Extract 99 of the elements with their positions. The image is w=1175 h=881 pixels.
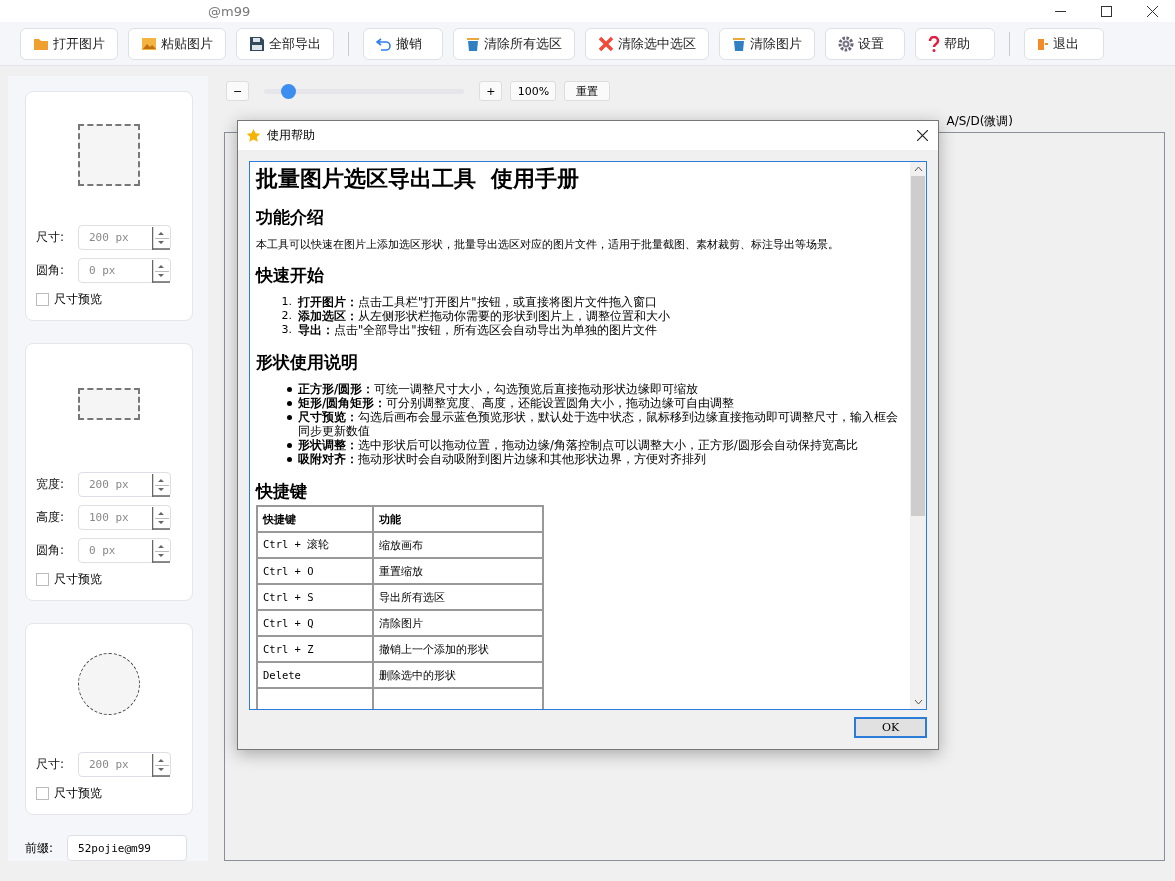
table-cell: 缩放画布 [373, 532, 543, 558]
table-cell: Ctrl + O [257, 558, 373, 584]
slider-thumb[interactable] [281, 83, 297, 99]
toolbar-button[interactable]: 全部导出 [236, 27, 334, 60]
list-item: 形状调整：选中形状后可以拖动位置，拖动边缘/角落控制点可以调整大小，正方形/圆形会自动保持宽高比 [298, 438, 858, 452]
list-number: 1. [280, 295, 292, 309]
table-header: 功能 [373, 506, 543, 532]
square-shape[interactable] [78, 123, 140, 186]
table-cell: Ctrl + Q [257, 610, 373, 636]
section-heading: 快捷键 [256, 480, 308, 503]
field-label: 高度: [36, 509, 66, 526]
checkbox-label: 尺寸预览 [54, 291, 102, 308]
section-heading: 快速开始 [256, 264, 325, 287]
gear-icon [838, 35, 854, 52]
cross-icon [598, 35, 614, 52]
table-cell: 导出所有选区 [373, 584, 543, 610]
list-number: 2. [280, 309, 292, 323]
checkbox-label: 尺寸预览 [54, 571, 102, 588]
table-cell: 删除选中的形状 [373, 662, 543, 688]
table-cell: Delete [257, 662, 373, 688]
bullet-icon [287, 443, 292, 448]
zoom-in-button[interactable]: + [479, 81, 503, 101]
list-item: 尺寸预览：勾选后画布会显示蓝色预览形状，默认处于选中状态，鼠标移到边缘直接拖动即可调整尺寸，输入框会同步更新数值 [298, 410, 899, 438]
spinner-arrows-icon[interactable] [152, 507, 170, 530]
table-cell: Ctrl + Z [257, 636, 373, 662]
spin-field[interactable]: 200 px [78, 472, 171, 497]
maximize-icon [1100, 5, 1112, 17]
bullet-icon [287, 387, 292, 392]
toolbar-button[interactable]: 清除图片 [719, 27, 815, 60]
spin-field[interactable]: 0 px [78, 538, 171, 563]
checkbox-label: 尺寸预览 [54, 785, 102, 802]
table-header: 快捷键 [257, 506, 373, 532]
undo-icon [376, 36, 392, 51]
toolbar-button[interactable]: 撤销 [363, 27, 443, 60]
toolbar-button[interactable]: 清除选中选区 [585, 27, 709, 60]
spinner-arrows-icon[interactable] [152, 754, 170, 777]
dialog-title: 使用帮助 [267, 127, 315, 144]
folder-icon [33, 36, 49, 51]
ok-button[interactable]: OK [854, 717, 927, 738]
list-item: 导出：点击"全部导出"按钮，所有选区会自动导出为单独的图片文件 [298, 323, 657, 337]
scrollbar[interactable] [910, 162, 926, 709]
table-cell: Ctrl + S [257, 584, 373, 610]
table-cell: 撤销上一个添加的形状 [373, 636, 543, 662]
close-icon [917, 130, 928, 141]
spinner-arrows-icon[interactable] [152, 474, 170, 497]
field-label: 圆角: [36, 542, 66, 559]
minimize-icon [1054, 10, 1066, 12]
close-icon [1146, 5, 1158, 17]
zoom-out-button[interactable]: − [226, 81, 250, 101]
window-title: @m99 [208, 3, 251, 19]
field-label: 尺寸: [36, 229, 66, 246]
list-item: 打开图片：点击工具栏"打开图片"按钮，或直接将图片文件拖入窗口 [298, 295, 657, 309]
toolbar-button[interactable]: 清除所有选区 [453, 27, 575, 60]
list-item: 矩形/圆角矩形：可分别调整宽度、高度，还能设置圆角大小，拖动边缘可自由调整 [298, 396, 735, 410]
question-mark-icon [928, 35, 940, 52]
door-icon [1037, 36, 1049, 51]
trash-bin-icon [466, 35, 480, 52]
table-cell: 重置缩放 [373, 558, 543, 584]
spinner-arrows-icon[interactable] [152, 227, 170, 250]
prefix-label: 前缀: [25, 839, 54, 857]
prefix-field[interactable]: 52pojie@m99 [67, 835, 188, 861]
checkbox[interactable] [36, 293, 49, 306]
toolbar-button[interactable]: 打开图片 [20, 27, 118, 60]
toolbar-button[interactable]: 粘贴图片 [128, 27, 226, 60]
spin-field[interactable]: 200 px [78, 752, 171, 777]
list-number: 3. [280, 323, 292, 337]
checkbox[interactable] [36, 573, 49, 586]
list-item: 正方形/圆形：可统一调整尺寸大小，勾选预览后直接拖动形状边缘即可缩放 [298, 382, 699, 396]
table-cell: 清除图片 [373, 610, 543, 636]
field-label: 圆角: [36, 262, 66, 279]
spin-field[interactable]: 100 px [78, 505, 171, 530]
field-label: 宽度: [36, 476, 66, 493]
bullet-icon [287, 401, 292, 406]
bullet-icon [287, 415, 292, 420]
spinner-arrows-icon[interactable] [152, 260, 170, 283]
section-heading: 形状使用说明 [256, 351, 359, 374]
spin-field[interactable]: 200 px [78, 225, 171, 250]
spinner-arrows-icon[interactable] [152, 540, 170, 563]
table-cell: Ctrl + 滚轮 [257, 532, 373, 558]
bullet-icon [287, 457, 292, 462]
close-button[interactable] [917, 130, 928, 141]
list-item: 吸附对齐：拖动形状时会自动吸附到图片边缘和其他形状边界，方便对齐排列 [298, 452, 706, 466]
field-label: 尺寸: [36, 756, 66, 773]
trash-bin-icon [732, 35, 746, 52]
rectangle-shape[interactable] [78, 388, 140, 420]
toolbar-button[interactable]: 帮助 [915, 27, 995, 60]
checkbox[interactable] [36, 787, 49, 800]
help-heading: 批量图片选区导出工具 使用手册 [256, 164, 581, 193]
toolbar-button[interactable]: 设置 [825, 27, 905, 60]
toolbar-button[interactable]: 退出 [1024, 27, 1104, 60]
spin-field[interactable]: 0 px [78, 258, 171, 283]
help-paragraph: 本工具可以快速在图片上添加选区形状，批量导出选区对应的图片文件，适用于批量截图、素材裁剪、标注导出等场景。 [256, 237, 840, 252]
reset-button[interactable]: 重置 [564, 81, 611, 101]
shortcut-hint: A/S/D(微调) [946, 112, 1013, 130]
star-icon [246, 128, 261, 143]
zoom-percent-button[interactable]: 100% [510, 81, 557, 101]
section-heading: 功能介绍 [256, 206, 325, 229]
list-item: 添加选区：从左侧形状栏拖动你需要的形状到图片上，调整位置和大小 [298, 309, 670, 323]
image-icon [141, 36, 157, 51]
